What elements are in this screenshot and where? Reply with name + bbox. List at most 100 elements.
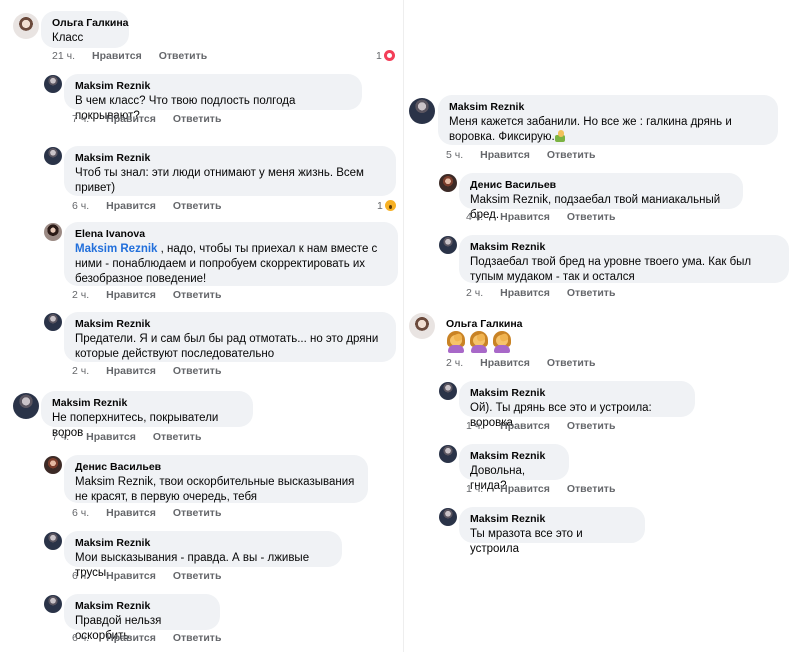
comment-time[interactable]: 6 ч. [72,632,89,644]
like-button[interactable]: Нравится [480,357,530,369]
like-button[interactable]: Нравится [500,483,550,495]
like-button[interactable]: Нравится [106,632,156,644]
comment-time[interactable]: 1 ч. [466,483,483,495]
reply-button[interactable]: Ответить [567,483,616,495]
comment-bubble: Maksim Reznik Не поперхнитесь, покрывате… [41,391,253,439]
reaction-count[interactable]: 1 [376,50,395,62]
like-button[interactable]: Нравится [500,420,550,432]
comment-author[interactable]: Ольга Галкина [52,17,129,30]
comment-bubble: Maksim Reznik В чем класс? Что твою подл… [64,74,362,122]
comment-time[interactable]: 2 ч. [72,289,89,301]
comment-author[interactable]: Ольга Галкина [446,318,523,331]
reply-button[interactable]: Ответить [159,50,208,62]
avatar[interactable] [44,75,62,93]
comment-author[interactable]: Maksim Reznik [75,318,385,331]
like-button[interactable]: Нравится [480,149,530,161]
avatar[interactable] [44,147,62,165]
comment-time[interactable]: 4 ч. [466,211,483,223]
mention-link[interactable]: Maksim Reznik [75,243,157,255]
comment-author[interactable]: Maksim Reznik [470,513,634,526]
comment-author[interactable]: Денис Васильев [75,461,357,474]
comment-author[interactable]: Maksim Reznik [470,450,558,463]
comment-actions: 1 ч. Нравится Ответить [466,483,632,495]
comment-author[interactable]: Maksim Reznik [75,80,351,93]
comment-author[interactable]: Maksim Reznik [75,152,385,165]
reply-button[interactable]: Ответить [567,420,616,432]
avatar[interactable] [44,456,62,474]
avatar[interactable] [44,313,62,331]
comment-actions: 7 ч. Нравится Ответить [52,431,218,443]
comment-author[interactable]: Maksim Reznik [75,600,209,613]
comment-time[interactable]: 2 ч. [466,287,483,299]
reply-button[interactable]: Ответить [547,149,596,161]
woman-facepalming-icon [492,331,512,353]
comment-bubble: Maksim Reznik Предатели. Я и сам был бы … [64,312,396,362]
comment-bubble: Maksim Reznik Ой). Ты дрянь все это и ус… [459,381,695,429]
reply-button[interactable]: Ответить [567,211,616,223]
avatar[interactable] [439,382,457,400]
comment-time[interactable]: 2 ч. [72,365,89,377]
woman-facepalming-icon [446,331,466,353]
comment-author[interactable]: Elena Ivanova [75,228,387,241]
comment-time[interactable]: 1 ч. [466,420,483,432]
avatar[interactable] [409,313,435,339]
reply-button[interactable]: Ответить [567,287,616,299]
comment-actions: 1 ч. Нравится Ответить [466,420,632,432]
avatar[interactable] [44,595,62,613]
avatar[interactable] [439,174,457,192]
like-button[interactable]: Нравится [106,113,156,125]
like-button[interactable]: Нравится [500,287,550,299]
reply-button[interactable]: Ответить [173,365,222,377]
comment-time[interactable]: 21 ч. [52,50,75,62]
avatar[interactable] [13,393,39,419]
comment-author[interactable]: Maksim Reznik [470,387,684,400]
like-button[interactable]: Нравится [106,200,156,212]
like-button[interactable]: Нравится [106,289,156,301]
comment-author[interactable]: Maksim Reznik [449,101,767,114]
comment-text: Класс [52,32,84,44]
comment-time[interactable]: 6 ч. [72,200,89,212]
avatar[interactable] [439,236,457,254]
comment-text: Ты мразота все это и устроила [470,528,583,555]
comment-bubble: Maksim Reznik Мои высказывания - правда.… [64,531,342,579]
comment-author[interactable]: Денис Васильев [470,179,732,192]
avatar[interactable] [409,98,435,124]
comment-author[interactable]: Maksim Reznik [52,397,242,410]
comment-author[interactable]: Maksim Reznik [75,537,331,550]
reply-button[interactable]: Ответить [173,113,222,125]
reply-button[interactable]: Ответить [173,289,222,301]
comment-time[interactable]: 7 ч. [52,431,69,443]
reaction-count[interactable]: 1 [377,200,396,212]
comment-time[interactable]: 6 ч. [72,570,89,582]
avatar[interactable] [44,532,62,550]
like-button[interactable]: Нравится [500,211,550,223]
like-button[interactable]: Нравится [106,507,156,519]
reply-button[interactable]: Ответить [153,431,202,443]
comment-time[interactable]: 7 ч. [72,113,89,125]
avatar[interactable] [439,508,457,526]
comment-time[interactable]: 2 ч. [446,357,463,369]
like-button[interactable]: Нравится [92,50,142,62]
comment-bubble: Денис Васильев Maksim Reznik, подзаебал … [459,173,743,221]
avatar[interactable] [13,13,39,39]
like-button[interactable]: Нравится [86,431,136,443]
comment-actions: 4 ч. Нравится Ответить [466,211,632,223]
avatar[interactable] [44,223,62,241]
comment-bubble: Maksim Reznik Подзаебал твой бред на уро… [459,235,789,283]
reply-button[interactable]: Ответить [173,507,222,519]
reply-button[interactable]: Ответить [173,200,222,212]
reply-button[interactable]: Ответить [547,357,596,369]
avatar[interactable] [439,445,457,463]
comment-bubble: Maksim Reznik Довольна, гнида? [459,444,569,492]
comment-author[interactable]: Maksim Reznik [470,241,778,254]
like-button[interactable]: Нравится [106,570,156,582]
comment-actions: 2 ч. Нравится Ответить [72,289,238,301]
comment-text: Maksim Reznik, твои оскорбительные выска… [75,476,355,503]
like-button[interactable]: Нравится [106,365,156,377]
reply-button[interactable]: Ответить [173,632,222,644]
comment-time[interactable]: 6 ч. [72,507,89,519]
comment-bubble: Ольга Галкина Класс [41,11,129,48]
reply-button[interactable]: Ответить [173,570,222,582]
comment-actions: 7 ч. Нравится Ответить [72,113,238,125]
comment-time[interactable]: 5 ч. [446,149,463,161]
